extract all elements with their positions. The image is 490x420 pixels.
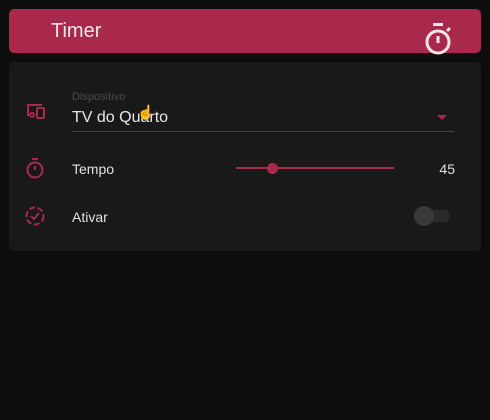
time-slider[interactable] [236, 167, 394, 169]
devices-icon [27, 104, 45, 119]
time-label: Tempo [72, 161, 115, 177]
dropdown-arrow-icon[interactable] [437, 115, 447, 120]
hand-cursor-icon: ☝ [137, 104, 155, 120]
activate-label: Ativar [72, 209, 108, 225]
timer-check-icon [25, 206, 45, 226]
device-field-label: Dispositivo [72, 91, 126, 103]
timer-icon [26, 158, 44, 179]
toggle-thumb[interactable] [414, 206, 434, 226]
time-value: 45 [439, 161, 455, 177]
header-title: Timer [51, 20, 102, 42]
timer-icon [425, 23, 452, 55]
header-bar: Timer [9, 9, 481, 55]
select-underline [72, 131, 454, 132]
